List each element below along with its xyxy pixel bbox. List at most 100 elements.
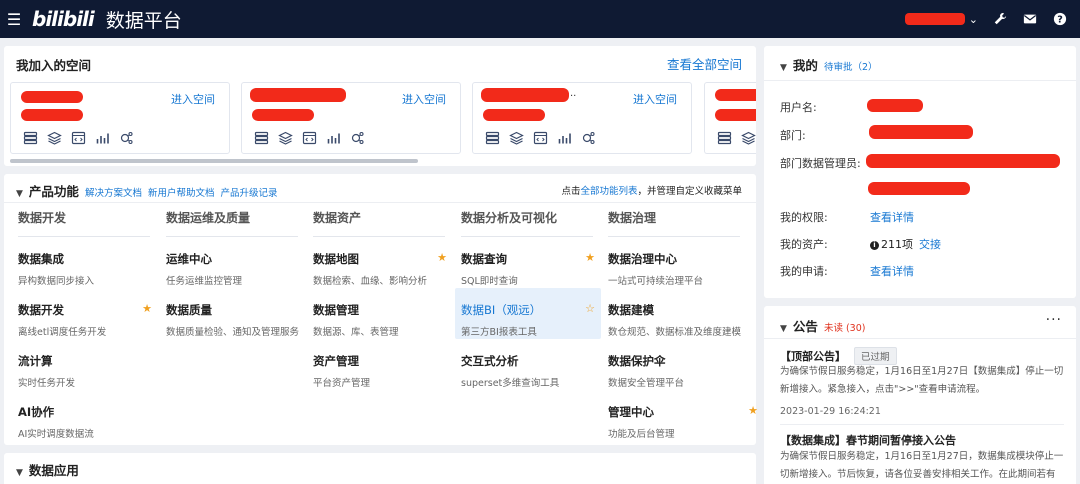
item-title: 资产管理 bbox=[313, 354, 359, 368]
more-options-icon[interactable]: ··· bbox=[1046, 312, 1062, 328]
handover-link[interactable]: 交接 bbox=[919, 238, 941, 251]
star-icon[interactable]: ★ bbox=[585, 251, 595, 264]
announcement-date: 2023-01-29 16:24:21 bbox=[780, 406, 881, 417]
item-desc: SQL即时查询 bbox=[461, 276, 518, 287]
bar-chart-icon[interactable] bbox=[95, 131, 110, 145]
user-menu[interactable]: ⌄ bbox=[904, 13, 978, 26]
my-info-header: ▼ 我的 待审批（2） bbox=[780, 55, 877, 74]
my-applications-label: 我的申请: bbox=[780, 265, 828, 278]
code-window-icon[interactable] bbox=[71, 131, 86, 145]
new-user-help-link[interactable]: 新用户帮助文档 bbox=[148, 188, 215, 199]
function-item-data-umbrella[interactable]: 数据保护伞 数据安全管理平台 bbox=[608, 339, 748, 390]
layers-icon[interactable] bbox=[509, 131, 524, 145]
function-item-data-modeling[interactable]: 数据建模 数仓规范、数据标准及维度建模 bbox=[608, 288, 748, 339]
code-window-icon[interactable] bbox=[533, 131, 548, 145]
space-tools bbox=[485, 131, 596, 145]
announcements-panel: ▼ 公告 未读 (30) ··· 【顶部公告】 已过期 为确保节假日服务稳定，1月… bbox=[764, 306, 1076, 484]
database-icon[interactable] bbox=[485, 131, 500, 145]
star-icon[interactable]: ★ bbox=[437, 251, 447, 264]
space-card-partial[interactable] bbox=[704, 82, 756, 154]
database-icon[interactable] bbox=[23, 131, 38, 145]
column-title: 数据开发 bbox=[18, 203, 150, 237]
bilibili-logo[interactable]: bilibili bbox=[32, 7, 95, 31]
function-item-interactive-analysis[interactable]: 交互式分析 superset多维查询工具 bbox=[461, 339, 601, 390]
redacted-space-name bbox=[715, 89, 756, 101]
database-icon[interactable] bbox=[254, 131, 269, 145]
governance-icon[interactable] bbox=[581, 131, 596, 145]
announcement-title[interactable]: 【数据集成】春节期间暂停接入公告 bbox=[780, 432, 956, 448]
layers-icon[interactable] bbox=[47, 131, 62, 145]
item-title: 数据开发 bbox=[18, 303, 64, 317]
code-window-icon[interactable] bbox=[302, 131, 317, 145]
function-item-asset-management[interactable]: 资产管理 平台资产管理 bbox=[313, 339, 453, 390]
space-name-suffix: .. bbox=[570, 88, 577, 99]
enter-space-link[interactable]: 进入空间 bbox=[171, 91, 215, 107]
governance-icon[interactable] bbox=[350, 131, 365, 145]
function-item-data-development[interactable]: 数据开发 离线etl调度任务开发 ★ bbox=[18, 288, 158, 339]
function-item-data-query[interactable]: 数据查询 SQL即时查询 ★ bbox=[461, 237, 601, 288]
column-title: 数据运维及质量 bbox=[166, 203, 298, 237]
space-card[interactable]: 进入空间 bbox=[241, 82, 461, 154]
collapse-triangle-icon[interactable]: ▼ bbox=[16, 189, 23, 199]
function-item-management-center[interactable]: 管理中心 功能及后台管理 ★ bbox=[608, 390, 758, 441]
dept-data-admin-label: 部门数据管理员: bbox=[780, 157, 861, 170]
star-icon[interactable]: ★ bbox=[748, 404, 758, 417]
spaces-title: 我加入的空间 bbox=[16, 58, 92, 73]
product-functions-panel: ▼ 产品功能 解决方案文档 新用户帮助文档 产品升级记录 点击全部功能列表，并管… bbox=[4, 174, 758, 445]
star-outline-icon[interactable]: ☆ bbox=[585, 302, 595, 315]
space-card[interactable]: 进入空间 bbox=[10, 82, 230, 154]
top-right-actions: ⌄ ? bbox=[904, 0, 1068, 38]
redacted-department-value bbox=[869, 125, 973, 139]
item-title: 数据治理中心 bbox=[608, 252, 677, 266]
announcement-title-text: 【数据集成】春节期间暂停接入公告 bbox=[780, 434, 956, 447]
horizontal-scrollbar[interactable] bbox=[10, 159, 418, 163]
department-label: 部门: bbox=[780, 129, 806, 142]
function-item-data-map[interactable]: 数据地图 数据检索、血缘、影响分析 ★ bbox=[313, 237, 453, 288]
function-item-governance-center[interactable]: 数据治理中心 一站式可持续治理平台 bbox=[608, 237, 748, 288]
space-card[interactable]: .. 进入空间 bbox=[472, 82, 692, 154]
hamburger-menu-icon[interactable]: ☰ bbox=[4, 10, 24, 29]
unread-count[interactable]: 未读 (30) bbox=[824, 320, 866, 334]
my-permissions-label: 我的权限: bbox=[780, 211, 828, 224]
function-item-data-management[interactable]: 数据管理 数据源、库、表管理 bbox=[313, 288, 453, 339]
info-icon: i bbox=[870, 241, 879, 250]
column-title: 数据分析及可视化 bbox=[461, 203, 593, 237]
function-item-ops-center[interactable]: 运维中心 任务运维监控管理 bbox=[166, 237, 306, 288]
note-suffix: ，并管理自定义收藏菜单 bbox=[637, 186, 742, 197]
function-item-ai-collaboration[interactable]: AI协作 AI实时调度数据流 bbox=[18, 390, 158, 441]
governance-icon[interactable] bbox=[119, 131, 134, 145]
column-title: 数据资产 bbox=[313, 203, 445, 237]
bar-chart-icon[interactable] bbox=[557, 131, 572, 145]
database-icon[interactable] bbox=[717, 131, 732, 145]
upgrade-log-link[interactable]: 产品升级记录 bbox=[221, 188, 278, 199]
collapse-triangle-icon[interactable]: ▼ bbox=[16, 468, 23, 478]
all-functions-link[interactable]: 全部功能列表 bbox=[580, 186, 637, 197]
permissions-details-link[interactable]: 查看详情 bbox=[870, 209, 914, 225]
wrench-icon[interactable] bbox=[992, 11, 1008, 27]
announcements-header: ▼ 公告 未读 (30) bbox=[780, 316, 865, 335]
collapse-triangle-icon[interactable]: ▼ bbox=[780, 63, 787, 73]
applications-details-link[interactable]: 查看详情 bbox=[870, 263, 914, 279]
function-item-data-integration[interactable]: 数据集成 异构数据同步接入 bbox=[18, 237, 158, 288]
solutions-doc-link[interactable]: 解决方案文档 bbox=[85, 188, 142, 199]
enter-space-link[interactable]: 进入空间 bbox=[633, 91, 677, 107]
redacted-space-desc bbox=[252, 109, 314, 121]
item-title: 数据查询 bbox=[461, 252, 507, 266]
function-item-data-bi[interactable]: 数据BI（观远） 第三方BI报表工具 ☆ bbox=[455, 288, 601, 339]
function-item-stream-computing[interactable]: 流计算 实时任务开发 bbox=[18, 339, 158, 390]
enter-space-link[interactable]: 进入空间 bbox=[402, 91, 446, 107]
bar-chart-icon[interactable] bbox=[326, 131, 341, 145]
my-info-panel: ▼ 我的 待审批（2） 用户名: 部门: 部门数据管理员: 我的权限: 查看详情… bbox=[764, 46, 1076, 298]
pending-approval-link[interactable]: 待审批（2） bbox=[824, 59, 878, 73]
star-icon[interactable]: ★ bbox=[142, 302, 152, 315]
view-all-spaces-link[interactable]: 查看全部空间 bbox=[667, 54, 742, 73]
envelope-icon[interactable] bbox=[1022, 11, 1038, 27]
collapse-triangle-icon[interactable]: ▼ bbox=[780, 324, 787, 334]
help-icon[interactable]: ? bbox=[1052, 11, 1068, 27]
function-item-data-quality[interactable]: 数据质量 数据质量检验、通知及管理服务 bbox=[166, 288, 306, 339]
item-desc: superset多维查询工具 bbox=[461, 378, 560, 389]
layers-icon[interactable] bbox=[278, 131, 293, 145]
layers-icon[interactable] bbox=[741, 131, 756, 145]
item-title: 管理中心 bbox=[608, 405, 654, 419]
space-tools bbox=[254, 131, 365, 145]
